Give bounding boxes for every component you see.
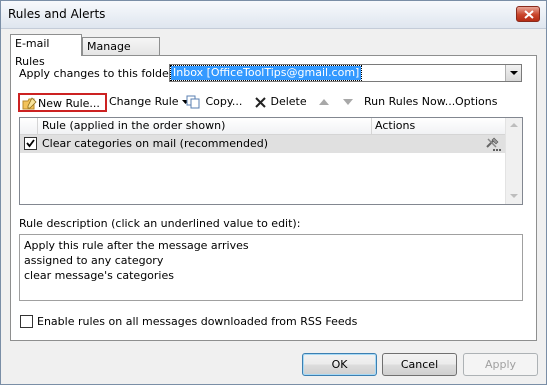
- new-rule-button[interactable]: New Rule...: [18, 93, 107, 112]
- delete-label: Delete: [270, 95, 307, 108]
- description-line: Apply this rule after the message arrive…: [24, 239, 249, 252]
- rules-list-header: Rule (applied in the order shown) Action…: [20, 118, 506, 135]
- change-rule-label: Change Rule: [109, 95, 179, 108]
- checkmark-icon: [26, 139, 35, 148]
- rule-description-box[interactable]: Apply this rule after the message arrive…: [19, 234, 523, 301]
- ok-button[interactable]: OK: [302, 353, 377, 376]
- tab-email-rules-label: E-mail Rules: [15, 37, 50, 68]
- folder-select[interactable]: Inbox [OfficeToolTips@gmail.com]: [169, 64, 522, 82]
- rule-actions-icon: [486, 137, 501, 151]
- copy-icon: [186, 95, 200, 109]
- move-down-button[interactable]: [343, 93, 353, 112]
- move-up-button[interactable]: [319, 93, 329, 112]
- rss-rules-checkbox[interactable]: [20, 315, 33, 328]
- folder-select-value: Inbox [OfficeToolTips@gmail.com]: [169, 65, 363, 81]
- tab-manage-alerts[interactable]: Manage Alerts: [82, 37, 160, 71]
- options-button[interactable]: Options: [455, 93, 497, 112]
- close-icon: [524, 10, 534, 19]
- rule-name: Clear categories on mail (recommended): [42, 137, 268, 150]
- delete-icon: [255, 96, 266, 108]
- close-button[interactable]: [516, 6, 540, 22]
- column-header-actions[interactable]: Actions: [375, 119, 415, 132]
- ok-label: OK: [331, 358, 348, 371]
- rule-description-label: Rule description (click an underlined va…: [19, 217, 301, 230]
- delete-button[interactable]: Delete: [254, 93, 307, 112]
- rule-enabled-checkbox[interactable]: [24, 137, 37, 150]
- run-rules-now-label: Run Rules Now...: [364, 95, 456, 108]
- arrow-down-icon: [343, 98, 353, 105]
- column-header-rule[interactable]: Rule (applied in the order shown): [42, 119, 225, 132]
- new-rule-label: New Rule...: [38, 97, 100, 110]
- chevron-down-icon: [510, 71, 518, 75]
- scroll-up-icon: [510, 123, 518, 127]
- rule-row[interactable]: Clear categories on mail (recommended): [20, 135, 506, 153]
- options-label: Options: [455, 95, 498, 108]
- cancel-button[interactable]: Cancel: [382, 353, 457, 376]
- description-line: clear message's categories: [24, 269, 174, 282]
- run-rules-now-button[interactable]: Run Rules Now...: [364, 93, 455, 112]
- header-separator: [371, 118, 372, 134]
- rss-rules-label[interactable]: Enable rules on all messages downloaded …: [37, 315, 357, 328]
- scroll-down-icon: [510, 194, 518, 198]
- copy-label: Copy...: [205, 95, 243, 108]
- copy-button[interactable]: Copy...: [186, 93, 242, 112]
- rules-and-alerts-dialog: Rules and Alerts E-mail Rules Manage Ale…: [0, 0, 547, 385]
- header-separator: [37, 118, 38, 134]
- description-line: assigned to any category: [24, 254, 164, 267]
- window-title: Rules and Alerts: [8, 7, 106, 21]
- folder-dropdown-button[interactable]: [505, 65, 521, 81]
- rules-list[interactable]: Rule (applied in the order shown) Action…: [19, 117, 523, 205]
- apply-button[interactable]: Apply: [463, 353, 538, 376]
- apply-label: Apply: [484, 358, 517, 371]
- arrow-up-icon: [319, 98, 329, 105]
- cancel-label: Cancel: [400, 358, 439, 371]
- new-rule-icon: [22, 97, 37, 110]
- tab-email-rules[interactable]: E-mail Rules: [10, 34, 82, 68]
- change-rule-button[interactable]: Change Rule: [109, 93, 190, 112]
- title-bar: Rules and Alerts: [1, 1, 546, 29]
- rules-list-scrollbar[interactable]: [505, 118, 522, 204]
